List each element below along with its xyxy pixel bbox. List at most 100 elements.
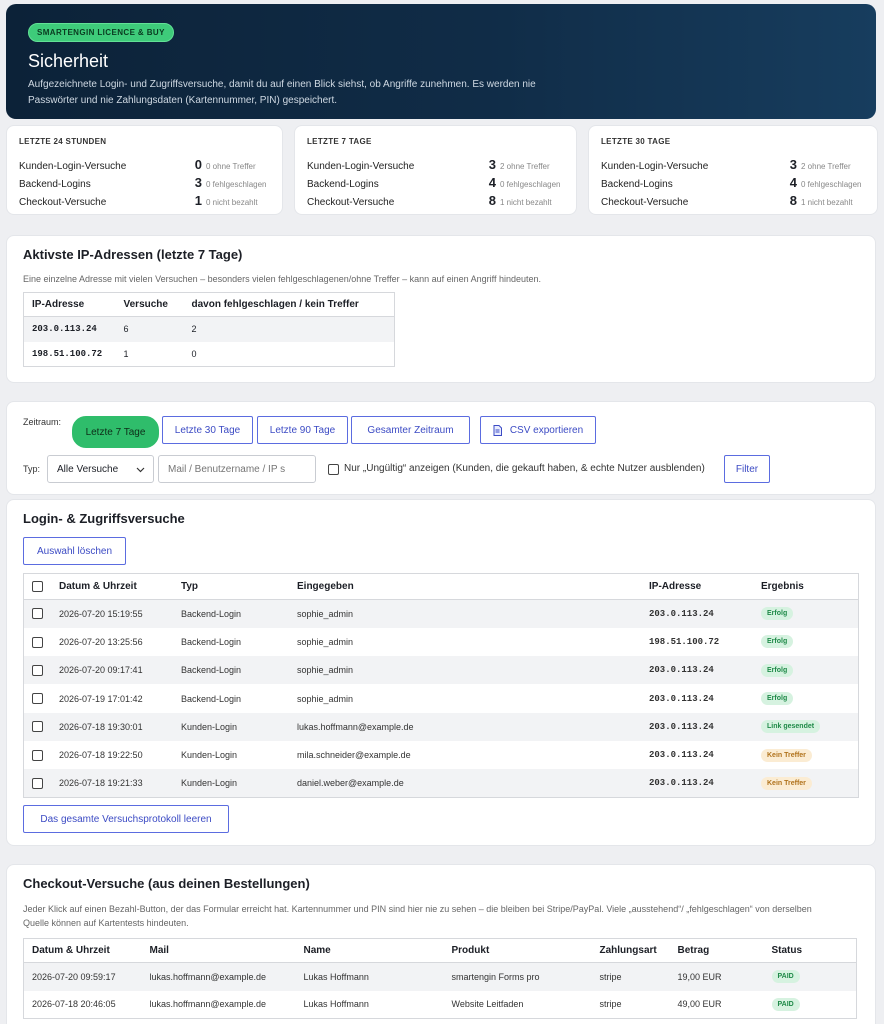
- stat-sub: 1 nicht bezahlt: [500, 198, 552, 207]
- stat-sub: 1 nicht bezahlt: [801, 198, 853, 207]
- input-cell: lukas.hoffmann@example.de: [289, 712, 641, 741]
- stat-row: Kunden-Login-Versuche 3 2 ohne Treffer: [307, 157, 564, 172]
- col-product: Produkt: [443, 938, 592, 963]
- col-ip: IP-Adresse: [23, 292, 116, 317]
- licence-badge[interactable]: SMARTENGIN LICENCE & BUY: [28, 23, 174, 42]
- stat-row: Kunden-Login-Versuche 0 0 ohne Treffer: [19, 157, 270, 172]
- stat-label: Kunden-Login-Versuche: [601, 161, 709, 172]
- date-cell: 2026-07-18 20:46:05: [32, 999, 116, 1010]
- col-result: Ergebnis: [753, 573, 859, 600]
- log-section: Login- & Zugriffsversuche Auswahl lösche…: [6, 499, 876, 846]
- stat-label: Backend-Logins: [601, 179, 673, 190]
- input-cell: sophie_admin: [297, 636, 354, 647]
- row-checkbox[interactable]: [32, 664, 43, 676]
- type-cell: Backend-Login: [181, 636, 242, 647]
- amount-cell: 49,00 EUR: [677, 999, 722, 1010]
- stat-sub: 0 fehlgeschlagen: [206, 180, 267, 189]
- hero-banner: SMARTENGIN LICENCE & BUY Sicherheit Aufg…: [6, 4, 876, 119]
- col-mail: Mail: [141, 938, 296, 963]
- stat-card-title: LETZTE 30 TAGE: [601, 137, 671, 146]
- stat-sub: 2 ohne Treffer: [500, 162, 550, 171]
- checkout-section-title: Checkout-Versuche (aus deinen Bestellung…: [23, 876, 310, 891]
- row-checkbox[interactable]: [32, 636, 43, 648]
- amount-cell: 19,00 EUR: [669, 962, 764, 991]
- type-select-value: Alle Versuche: [57, 463, 119, 475]
- ip-cell: 203.0.113.24: [641, 599, 753, 628]
- name-cell: Lukas Hoffmann: [295, 962, 444, 991]
- ip-cell: 203.0.113.24: [641, 656, 753, 685]
- date-cell: 2026-07-20 13:25:56: [59, 636, 143, 647]
- page-title: Sicherheit: [28, 51, 109, 71]
- result-badge: Erfolg: [761, 607, 794, 621]
- row-checkbox[interactable]: [32, 693, 43, 705]
- col-input: Eingegeben: [289, 573, 641, 600]
- stat-label: Backend-Logins: [307, 179, 379, 190]
- stat-value: 4: [789, 175, 797, 190]
- stat-value: 0: [194, 157, 202, 172]
- ip-section-title: Aktivste IP-Adressen (letzte 7 Tage): [23, 247, 243, 262]
- row-checkbox[interactable]: [32, 777, 43, 789]
- clear-selection-button[interactable]: Auswahl löschen: [23, 537, 126, 565]
- input-cell: sophie_admin: [297, 693, 354, 704]
- col-status: Status: [763, 938, 857, 963]
- mail-cell: lukas.hoffmann@example.de: [141, 962, 296, 991]
- input-cell: sophie_admin: [289, 599, 641, 628]
- row-checkbox[interactable]: [32, 608, 43, 620]
- stat-row: Checkout-Versuche 8 1 nicht bezahlt: [601, 193, 865, 208]
- search-input[interactable]: [158, 455, 316, 483]
- failed-cell: 0: [191, 348, 197, 359]
- stat-row: Checkout-Versuche 8 1 nicht bezahlt: [307, 193, 564, 208]
- stat-sub: 0 ohne Treffer: [206, 162, 256, 171]
- row-checkbox[interactable]: [32, 749, 43, 761]
- table-row: 2026-07-18 19:21:33 Kunden-Login daniel.…: [23, 769, 859, 798]
- date-cell: 2026-07-18 19:30:01: [51, 712, 173, 741]
- result-badge: Erfolg: [761, 635, 794, 649]
- date-cell: 2026-07-20 09:17:41: [51, 656, 173, 685]
- csv-export-button[interactable]: CSV exportieren: [480, 416, 596, 444]
- input-cell: mila.schneider@example.de: [297, 750, 411, 761]
- invalid-only-checkbox[interactable]: [328, 464, 339, 475]
- stat-card-7d: LETZTE 7 TAGE Kunden-Login-Versuche 3 2 oh…: [294, 125, 577, 215]
- ip-cell: 203.0.113.24: [23, 316, 116, 342]
- type-select[interactable]: Alle Versuche: [47, 455, 154, 483]
- stat-value: 3: [488, 157, 496, 172]
- filter-button[interactable]: Filter: [724, 455, 770, 483]
- period-90d-button[interactable]: Letzte 90 Tage: [257, 416, 348, 444]
- clear-log-button[interactable]: Das gesamte Versuchsprotokoll leeren: [23, 805, 229, 833]
- col-date: Datum & Uhrzeit: [23, 938, 142, 963]
- table-row: 2026-07-20 15:19:55 Backend-Login sophie…: [23, 599, 859, 628]
- ip-cell: 203.0.113.24: [641, 712, 753, 741]
- filter-bar: Zeitraum: Letzte 7 Tage Letzte 30 Tage L…: [6, 401, 876, 495]
- stat-sub: 0 fehlgeschlagen: [500, 180, 561, 189]
- type-cell: Backend-Login: [181, 693, 242, 704]
- stat-card-30d: LETZTE 30 TAGE Kunden-Login-Versuche 3 2 o…: [588, 125, 878, 215]
- type-cell: Kunden-Login: [173, 712, 289, 741]
- csv-export-label: CSV exportieren: [509, 424, 584, 436]
- product-cell: smartengin Forms pro: [443, 962, 592, 991]
- stat-value: 4: [488, 175, 496, 190]
- period-30d-button[interactable]: Letzte 30 Tage: [162, 416, 253, 444]
- ip-cell: 203.0.113.24: [649, 750, 714, 761]
- input-cell: daniel.weber@example.de: [289, 769, 641, 798]
- date-cell: 2026-07-20 09:59:17: [23, 962, 142, 991]
- attempts-cell: 1: [123, 348, 129, 359]
- col-date: Datum & Uhrzeit: [51, 573, 173, 600]
- row-checkbox[interactable]: [32, 721, 43, 733]
- table-header-row: Datum & Uhrzeit Mail Name Produkt Zahlun…: [23, 938, 857, 963]
- col-ip: IP-Adresse: [641, 573, 753, 600]
- period-7d-button[interactable]: Letzte 7 Tage: [72, 416, 159, 448]
- stat-sub: 0 fehlgeschlagen: [801, 180, 862, 189]
- status-badge: PAID: [771, 970, 800, 984]
- period-all-button[interactable]: Gesamter Zeitraum: [351, 416, 470, 444]
- stat-label: Checkout-Versuche: [601, 197, 689, 208]
- date-cell: 2026-07-19 17:01:42: [59, 693, 143, 704]
- date-cell: 2026-07-18 19:21:33: [51, 769, 173, 798]
- stat-card-title: LETZTE 7 TAGE: [307, 137, 372, 146]
- select-all-checkbox[interactable]: [32, 580, 43, 592]
- stat-value: 3: [789, 157, 797, 172]
- type-cell: Backend-Login: [173, 656, 289, 685]
- type-cell: Kunden-Login: [173, 769, 289, 798]
- failed-cell: 2: [183, 316, 395, 342]
- col-failed: davon fehlgeschlagen / kein Treffer: [183, 292, 395, 317]
- table-row: 2026-07-18 19:22:50 Kunden-Login mila.sc…: [24, 741, 859, 769]
